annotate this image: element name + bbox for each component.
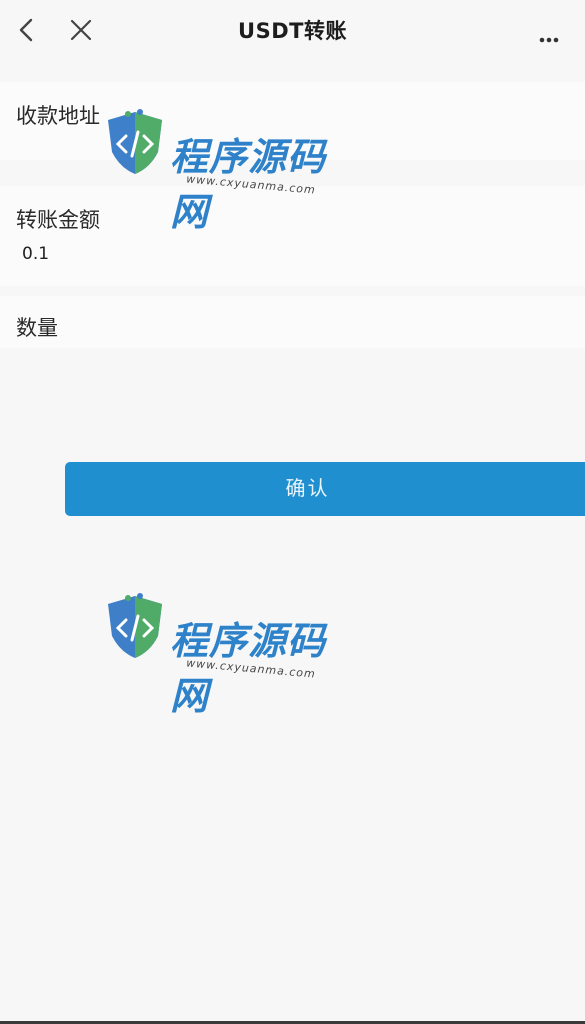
quantity-label: 数量 xyxy=(16,316,58,340)
watermark-logo: 程序源码网 www.cxyuanma.com xyxy=(100,108,360,234)
page-title: USDT转账 xyxy=(238,19,347,43)
more-horizontal-icon[interactable] xyxy=(539,28,559,43)
address-label: 收款地址 xyxy=(16,104,100,128)
amount-label: 转账金额 xyxy=(16,208,100,232)
shield-code-icon xyxy=(108,593,162,658)
top-nav-bar: USDT转账 xyxy=(0,0,585,60)
confirm-button[interactable]: 确认 xyxy=(65,462,585,516)
shield-code-icon xyxy=(108,109,162,174)
quantity-field[interactable] xyxy=(0,296,585,348)
amount-value: 0.1 xyxy=(22,244,50,264)
watermark-logo: 程序源码网 www.cxyuanma.com xyxy=(100,592,360,718)
